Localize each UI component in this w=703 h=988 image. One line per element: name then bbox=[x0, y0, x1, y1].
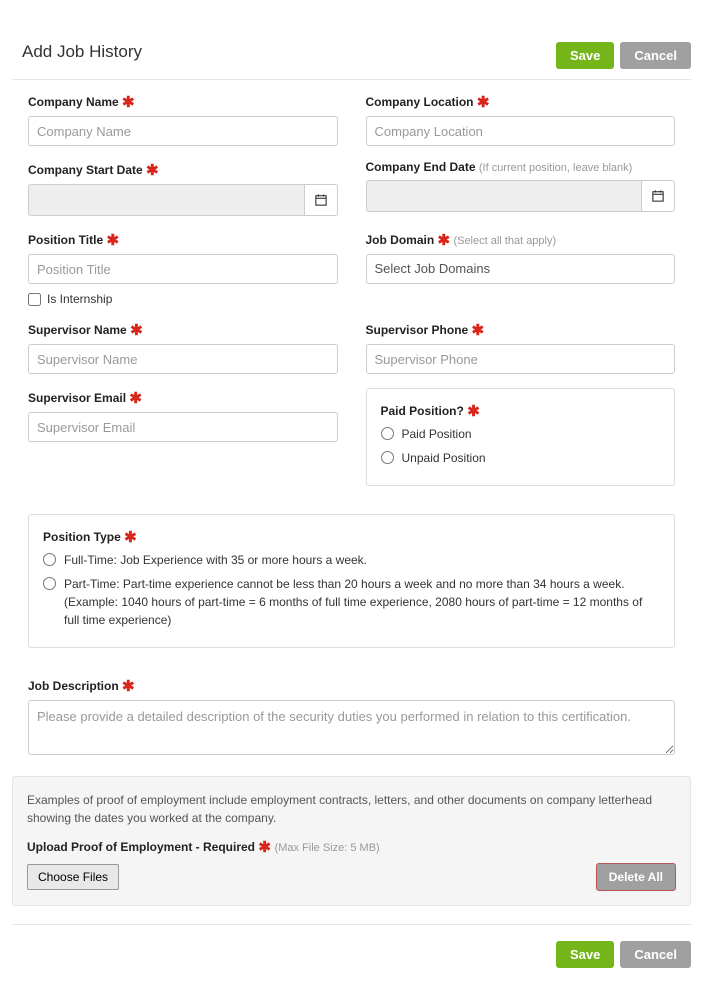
position-title-label: Position Title ✱ bbox=[28, 230, 338, 248]
required-icon: ✱ bbox=[146, 162, 159, 179]
job-description-label: Job Description ✱ bbox=[28, 676, 675, 694]
position-type-panel: Position Type ✱ Full-Time: Job Experienc… bbox=[28, 514, 675, 648]
is-internship-label: Is Internship bbox=[47, 292, 112, 306]
company-end-date-input[interactable] bbox=[366, 180, 642, 212]
cancel-button-top[interactable]: Cancel bbox=[620, 42, 691, 69]
end-date-picker-button[interactable] bbox=[641, 180, 675, 212]
required-icon: ✱ bbox=[467, 403, 480, 420]
cancel-button-bottom[interactable]: Cancel bbox=[620, 941, 691, 968]
upload-hint: (Max File Size: 5 MB) bbox=[275, 842, 380, 854]
company-name-label: Company Name ✱ bbox=[28, 92, 338, 110]
supervisor-email-input[interactable] bbox=[28, 412, 338, 442]
company-location-label: Company Location ✱ bbox=[366, 92, 676, 110]
calendar-icon bbox=[652, 190, 664, 202]
supervisor-phone-input[interactable] bbox=[366, 344, 676, 374]
company-end-date-label: Company End Date (If current position, l… bbox=[366, 160, 676, 174]
required-icon: ✱ bbox=[477, 94, 490, 111]
job-domain-select[interactable]: Select Job Domains bbox=[366, 254, 676, 284]
supervisor-name-label: Supervisor Name ✱ bbox=[28, 320, 338, 338]
required-icon: ✱ bbox=[130, 322, 143, 339]
is-internship-checkbox[interactable] bbox=[28, 293, 41, 306]
paid-position-label: Paid Position? ✱ bbox=[381, 401, 661, 419]
required-icon: ✱ bbox=[122, 678, 135, 695]
required-icon: ✱ bbox=[106, 232, 119, 249]
paid-radio[interactable] bbox=[381, 427, 394, 440]
required-icon: ✱ bbox=[472, 322, 485, 339]
required-icon: ✱ bbox=[129, 390, 142, 407]
full-time-label: Full-Time: Job Experience with 35 or mor… bbox=[64, 551, 367, 569]
job-description-textarea[interactable] bbox=[28, 700, 675, 755]
company-start-date-input[interactable] bbox=[28, 184, 304, 216]
upload-panel: Examples of proof of employment include … bbox=[12, 776, 691, 906]
calendar-icon bbox=[315, 194, 327, 206]
required-icon: ✱ bbox=[124, 529, 137, 546]
required-icon: ✱ bbox=[438, 232, 451, 249]
start-date-picker-button[interactable] bbox=[304, 184, 338, 216]
unpaid-radio[interactable] bbox=[381, 451, 394, 464]
save-button-bottom[interactable]: Save bbox=[556, 941, 614, 968]
page-title: Add Job History bbox=[22, 42, 142, 62]
full-time-radio[interactable] bbox=[43, 553, 56, 566]
company-start-date-label: Company Start Date ✱ bbox=[28, 160, 338, 178]
save-button-top[interactable]: Save bbox=[556, 42, 614, 69]
required-icon: ✱ bbox=[258, 839, 271, 856]
required-icon: ✱ bbox=[122, 94, 135, 111]
paid-radio-label: Paid Position bbox=[402, 425, 472, 443]
company-name-input[interactable] bbox=[28, 116, 338, 146]
supervisor-name-input[interactable] bbox=[28, 344, 338, 374]
company-location-input[interactable] bbox=[366, 116, 676, 146]
paid-position-panel: Paid Position? ✱ Paid Position Unpaid Po… bbox=[366, 388, 676, 486]
upload-label: Upload Proof of Employment - Required ✱ bbox=[27, 840, 271, 854]
position-title-input[interactable] bbox=[28, 254, 338, 284]
job-domain-label: Job Domain ✱ (Select all that apply) bbox=[366, 230, 676, 248]
supervisor-phone-label: Supervisor Phone ✱ bbox=[366, 320, 676, 338]
choose-files-button[interactable]: Choose Files bbox=[27, 864, 119, 890]
part-time-label: Part-Time: Part-time experience cannot b… bbox=[64, 575, 660, 629]
delete-all-button[interactable]: Delete All bbox=[596, 863, 676, 891]
supervisor-email-label: Supervisor Email ✱ bbox=[28, 388, 338, 406]
part-time-radio[interactable] bbox=[43, 577, 56, 590]
unpaid-radio-label: Unpaid Position bbox=[402, 449, 486, 467]
position-type-label: Position Type ✱ bbox=[43, 527, 660, 545]
upload-intro-text: Examples of proof of employment include … bbox=[27, 791, 676, 827]
